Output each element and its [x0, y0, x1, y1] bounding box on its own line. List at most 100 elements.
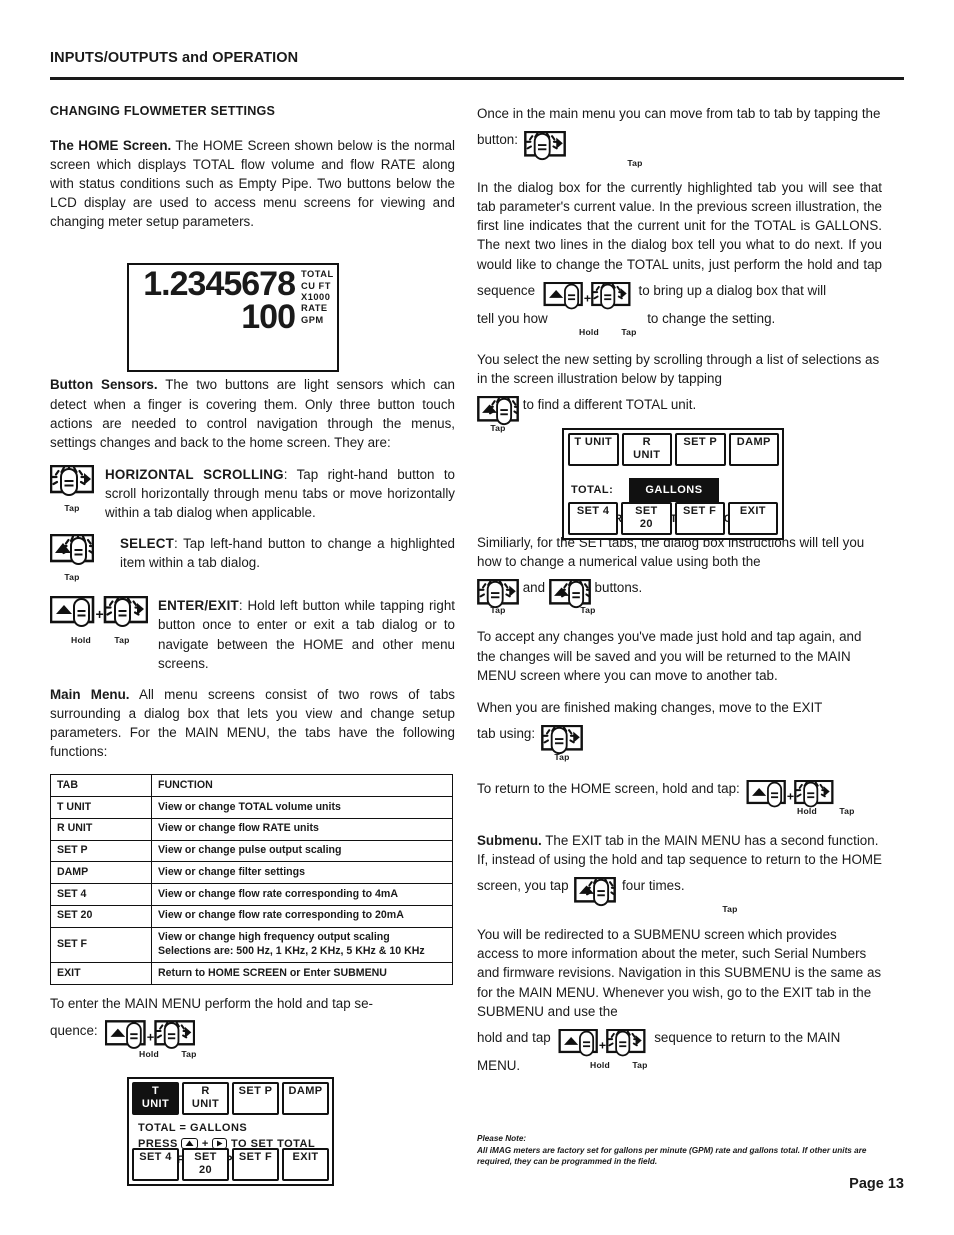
hold-caption: Hold [139, 1049, 159, 1060]
menu-tab-exit[interactable]: EXIT [727, 502, 778, 535]
table-header-cell: TAB [50, 774, 152, 798]
tap-caption: Tap [722, 904, 738, 915]
table-cell-tab: R UNIT [50, 817, 152, 841]
exit-tab-b: tab using: [477, 725, 536, 741]
dialog-line-1: TOTAL = GALLONS [138, 1122, 248, 1134]
svg-text:+: + [584, 291, 591, 305]
tap-caption: Tap [627, 158, 643, 169]
enter-menu-text-a: To enter the MAIN MENU perform the hold … [50, 995, 374, 1011]
redirect-c: sequence to return to the MAIN [654, 1029, 841, 1045]
menu-tab-set-20[interactable]: SET 20 [182, 1148, 229, 1181]
menu-tab-r-unit[interactable]: R UNIT [621, 433, 672, 466]
table-cell-function: View or change flow RATE units [151, 817, 453, 841]
table-cell-tab: SET 4 [50, 883, 152, 906]
left-column: CHANGING FLOWMETER SETTINGS The HOME Scr… [49, 104, 455, 1062]
main-menu-lead: Main Menu. [50, 686, 130, 702]
hold-tap-captions: Hold Tap [572, 327, 882, 340]
hold-caption: Hold [71, 635, 91, 646]
tap-caption: Tap [64, 502, 80, 513]
hold-and-tap-icon: + [542, 281, 632, 317]
redirect-captions: Hold Tap [583, 1059, 882, 1073]
left-button-tap-icon [574, 876, 617, 912]
footer-note: Please Note: All iMAG meters are factory… [477, 1133, 877, 1168]
set-tabs-captions: Tap Tap [477, 606, 882, 618]
action-1-name: HORIZONTAL SCROLLING [105, 466, 284, 482]
redirect-paragraph: You will be redirected to a SUBMENU scre… [477, 925, 882, 1075]
home-screen-paragraph: The HOME Screen. The HOME Screen shown b… [50, 136, 455, 231]
redirect-b: hold and tap [477, 1029, 551, 1045]
accept-changes-paragraph: To accept any changes you've made just h… [477, 629, 862, 683]
menu-top-tab-row: T UNIT R UNIT SET P DAMP [129, 1079, 332, 1115]
tap-caption: Tap [114, 635, 130, 646]
hold-and-tap-icon: + [557, 1028, 647, 1064]
enter-main-menu-paragraph: To enter the MAIN MENU perform the hold … [50, 994, 455, 1050]
menu-tab-set-f[interactable]: SET F [232, 1148, 279, 1181]
menu-tab-set-20[interactable]: SET 20 [621, 502, 672, 535]
table-cell-tab: DAMP [50, 861, 152, 885]
action-select: Tap SELECT: Tap left-hand button to chan… [49, 534, 455, 583]
lcd-rate-units: RATE GPM [301, 303, 328, 326]
submenu-paragraph: Submenu. The EXIT tab in the MAIN MENU h… [477, 831, 882, 907]
table-header-row: TAB FUNCTION [50, 774, 453, 798]
menu-tab-r-unit[interactable]: R UNIT [182, 1082, 229, 1115]
dialog-sequence-word: sequence [477, 282, 536, 298]
menu-tab-set-p[interactable]: SET P [675, 433, 726, 466]
dialog-explanation-paragraph: In the dialog box for the currently high… [477, 178, 882, 328]
select-setting-a: You select the new setting by scrolling … [477, 351, 880, 386]
lcd-total-value: 1.2345678 [143, 265, 296, 303]
footer-note-title: Please Note: [477, 1134, 527, 1143]
menu-tab-set-4[interactable]: SET 4 [132, 1148, 179, 1181]
page-number: Page 13 [849, 1176, 904, 1192]
menu-tab-damp[interactable]: DAMP [728, 433, 779, 466]
menu-tab-set-4[interactable]: SET 4 [568, 502, 619, 535]
total-value-row: TOTAL: GALLONS [571, 478, 782, 502]
enter-menu-captions: Hold Tap [132, 1050, 455, 1062]
tap-caption: Tap [632, 1059, 648, 1070]
table-header-cell: FUNCTION [151, 774, 453, 798]
right-button-tap-icon [540, 724, 583, 760]
set-tabs-and: and [522, 580, 546, 596]
table-cell-tab: T UNIT [50, 796, 152, 819]
svg-text:+: + [787, 789, 794, 803]
svg-text:+: + [96, 606, 104, 622]
menu-tab-set-f[interactable]: SET F [674, 502, 725, 535]
set-tabs-a: Similiarly, for the SET tabs, the dialog… [477, 535, 865, 570]
lcd-rate-label: RATE [301, 303, 328, 313]
menu-tab-damp[interactable]: DAMP [282, 1082, 329, 1115]
hold-caption: Hold [590, 1059, 610, 1070]
total-value-highlight: GALLONS [629, 478, 719, 502]
lcd-home-screen: 1.2345678 TOTAL CU FT X1000 100 RATE GPM [127, 263, 339, 372]
exit-tab-a: When you are finished making changes, mo… [477, 699, 823, 715]
table-cell-function: View or change TOTAL volume units [151, 796, 453, 819]
dialog-explanation-d: to change the setting. [647, 310, 776, 326]
svg-text:+: + [147, 1030, 155, 1045]
table-row: R UNIT View or change flow RATE units [50, 817, 453, 841]
tab-to-tab-paragraph: Once in the main menu you can move from … [477, 104, 882, 161]
home-return-paragraph: To return to the HOME screen, hold and t… [477, 772, 882, 808]
menu-tab-t-unit[interactable]: T UNIT [132, 1082, 179, 1115]
table-row: SET F View or change high frequency outpu… [50, 926, 453, 964]
button-sensors-lead: Button Sensors. [50, 377, 158, 393]
total-label: TOTAL: [571, 484, 614, 496]
home-screen-lead: The HOME Screen. [50, 138, 172, 153]
footer-note-body: All iMAG meters are factory set for gall… [477, 1145, 867, 1167]
tap-caption: Tap [64, 572, 80, 583]
action-1-text: HORIZONTAL SCROLLING: Tap right-hand but… [105, 465, 455, 522]
button-sensors-paragraph: Button Sensors. The two buttons are ligh… [50, 375, 455, 451]
menu-tab-exit[interactable]: EXIT [282, 1148, 329, 1181]
select-setting-paragraph: You select the new setting by scrolling … [477, 350, 882, 426]
dialog-explanation-c: tell you how [477, 310, 548, 326]
menu-bottom-tab-row: SET 4 SET 20 SET F EXIT [132, 1148, 329, 1181]
lcd-total-unit: CU FT [301, 280, 331, 291]
main-menu-screen-illustration: T UNIT R UNIT SET P DAMP TOTAL = GALLONS PR… [127, 1077, 334, 1186]
right-button-tap-icon [523, 130, 566, 166]
menu-tab-t-unit[interactable]: T UNIT [568, 433, 619, 466]
menu-bottom-tab-row: SET 4 SET 20 SET F EXIT [568, 502, 778, 535]
menu-tab-set-p[interactable]: SET P [232, 1082, 279, 1115]
header-divider [50, 77, 904, 80]
right-column: Once in the main menu you can move from … [477, 104, 882, 1073]
action-3-name: ENTER/EXIT [158, 598, 239, 614]
tap-caption: Tap [181, 1049, 197, 1060]
page-header-title: INPUTS/OUTPUTS and OPERATION [50, 50, 299, 66]
lcd-total-label: TOTAL [301, 269, 334, 279]
